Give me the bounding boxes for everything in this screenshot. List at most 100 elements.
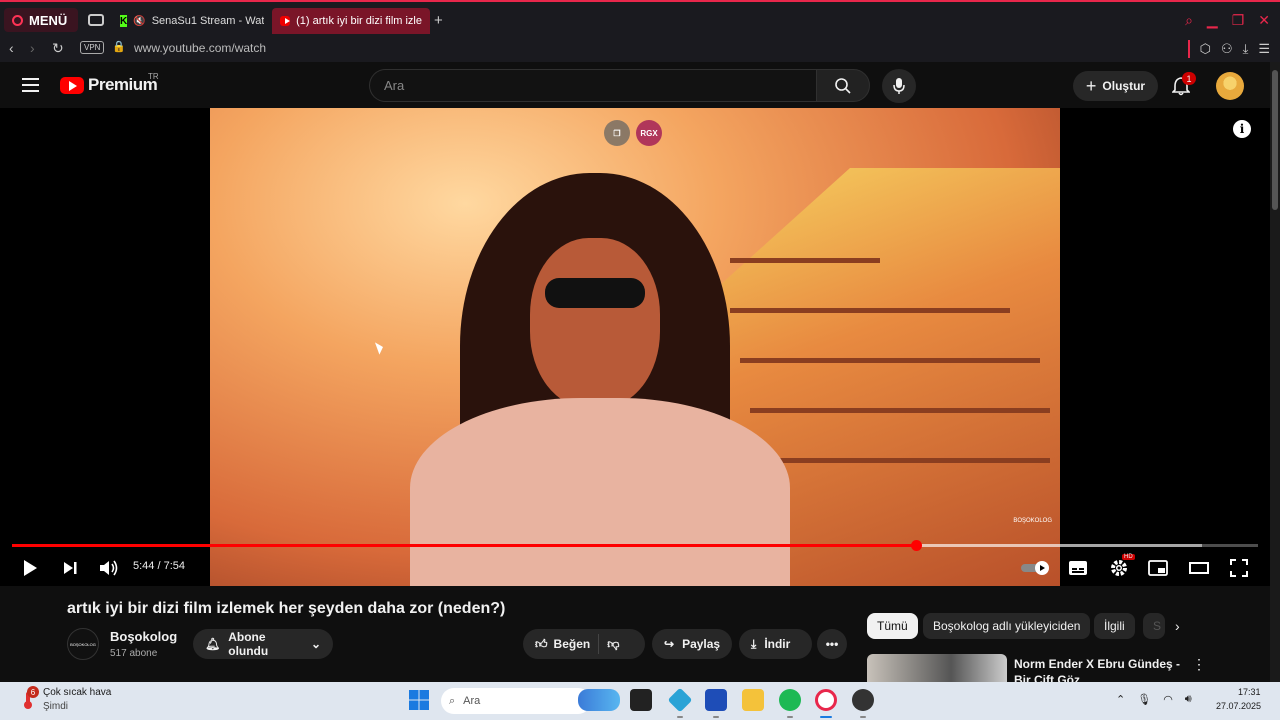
reload-icon[interactable]: ↻ xyxy=(52,40,64,57)
vpn-badge[interactable]: VPN xyxy=(80,41,105,54)
tab-label: SenaSu1 Stream - Wat xyxy=(151,15,264,27)
autoplay-toggle[interactable] xyxy=(1020,556,1052,580)
windows-start-icon[interactable] xyxy=(408,689,430,711)
video-person-face xyxy=(530,238,660,408)
speaker-icon[interactable]: 🔊︎ xyxy=(1185,693,1192,706)
more-actions-button[interactable]: ••• xyxy=(817,629,847,659)
info-icon[interactable]: i xyxy=(1233,120,1251,138)
app-diamond-icon[interactable] xyxy=(667,687,693,713)
muted-speaker-icon[interactable]: 🔇 xyxy=(133,16,145,27)
microphone-icon xyxy=(893,78,905,94)
opera-gx-icon[interactable] xyxy=(815,689,837,711)
chip-partial[interactable]: S xyxy=(1143,613,1165,639)
play-button[interactable] xyxy=(20,556,40,580)
forward-icon[interactable]: › xyxy=(30,40,35,56)
easy-setup-icon[interactable]: ☰ xyxy=(1258,41,1270,57)
download-icon[interactable]: ⤓ xyxy=(1243,41,1249,57)
chevron-right-icon[interactable]: › xyxy=(1175,618,1180,634)
window-controls: ⌕ ▁ ❐ ✕ xyxy=(1185,12,1270,29)
fullscreen-button[interactable] xyxy=(1228,556,1250,580)
active-indicator xyxy=(820,716,832,718)
plus-icon: + xyxy=(1085,75,1097,96)
theater-mode-button[interactable] xyxy=(1188,556,1210,580)
profile-icon[interactable]: ⚇ xyxy=(1221,41,1233,57)
clock-time[interactable]: 17:31 xyxy=(1238,687,1261,697)
download-arrow-icon: ⤓ xyxy=(751,636,757,651)
subscribed-button[interactable]: 🔔︎ Abone olundu ⌄ xyxy=(193,629,333,659)
url-field[interactable]: www.youtube.com/watch xyxy=(134,41,266,55)
hamburger-menu-icon[interactable] xyxy=(22,78,39,92)
recommendation-title[interactable]: Norm Ender X Ebru Gündeş - Bir Çift Göz xyxy=(1014,656,1184,682)
close-icon[interactable]: ✕ xyxy=(1258,12,1270,29)
dislike-button[interactable]: 👎︎ xyxy=(607,637,619,652)
video-frame[interactable]: BOŞOKOLOG xyxy=(210,108,1060,586)
video-watermark: BOŞOKOLOG xyxy=(1013,518,1052,524)
chip-related[interactable]: İlgili xyxy=(1094,613,1135,639)
taskbar-search[interactable]: ⌕ Ara xyxy=(441,688,591,714)
video-player[interactable]: BOŞOKOLOG ❐ RGX i 5:44 / 7:54 HD xyxy=(0,108,1270,586)
like-label: Beğen xyxy=(553,637,591,651)
miniplayer-button[interactable] xyxy=(1147,556,1169,580)
video-shelf xyxy=(750,408,1050,413)
channel-avatar[interactable]: BOŞOKOLOG xyxy=(67,628,99,660)
more-vertical-icon[interactable]: ⋮ xyxy=(1192,656,1206,673)
tab-youtube-active[interactable]: (1) artık iyi bir dizi film izle xyxy=(272,8,430,34)
separator xyxy=(1187,40,1190,58)
share-label: Paylaş xyxy=(682,637,721,651)
microsoft-store-icon[interactable] xyxy=(705,689,727,711)
clock-date[interactable]: 27.07.2025 xyxy=(1216,701,1261,711)
youtube-header: Premium TR Ara + Oluştur 1 xyxy=(0,62,1270,108)
like-button[interactable]: 👍︎ Beğen xyxy=(535,637,590,652)
volume-button[interactable] xyxy=(98,556,120,580)
voice-search-button[interactable] xyxy=(882,69,916,103)
chevron-up-icon[interactable]: ⌃ xyxy=(1116,693,1125,706)
search-button[interactable] xyxy=(816,69,870,102)
account-avatar[interactable] xyxy=(1216,72,1244,100)
next-button[interactable] xyxy=(60,556,80,580)
progress-bar[interactable] xyxy=(12,540,1258,551)
lock-icon[interactable]: 🔒 xyxy=(112,40,126,53)
progress-played xyxy=(12,544,917,547)
page-scrollbar[interactable] xyxy=(1270,62,1280,682)
weather-title[interactable]: Çok sıcak hava xyxy=(43,687,111,698)
download-button[interactable]: ⤓ İndir xyxy=(739,629,812,659)
subtitles-icon xyxy=(1069,561,1087,575)
hd-badge: HD xyxy=(1122,554,1135,560)
rgx-overlay-button[interactable]: RGX xyxy=(636,120,662,146)
gamepad-icon[interactable] xyxy=(88,14,104,26)
back-icon[interactable]: ‹ xyxy=(9,40,14,56)
video-person-shirt xyxy=(410,398,790,586)
separator xyxy=(598,634,600,654)
extensions-icon[interactable]: ⬡ xyxy=(1200,41,1211,57)
share-button[interactable]: ↪ Paylaş xyxy=(652,629,732,659)
wifi-icon[interactable]: ◠ xyxy=(1163,693,1173,706)
subtitles-button[interactable] xyxy=(1067,556,1089,580)
miniplayer-icon xyxy=(1148,560,1168,576)
volume-icon xyxy=(100,560,118,576)
search-icon xyxy=(835,77,851,94)
minimize-icon[interactable]: ▁ xyxy=(1207,12,1218,29)
tab-senasu1-stream[interactable]: K 🔇 SenaSu1 Stream - Wat xyxy=(112,8,264,34)
recommendation-thumbnail[interactable] xyxy=(867,654,1007,682)
restore-icon[interactable]: ❐ xyxy=(1232,12,1245,29)
search-input[interactable]: Ara xyxy=(369,69,817,102)
create-button[interactable]: + Oluştur xyxy=(1073,71,1158,101)
channel-name[interactable]: Boşokolog xyxy=(110,629,177,644)
task-view-icon[interactable] xyxy=(630,689,652,711)
search-tabs-icon[interactable]: ⌕ xyxy=(1185,12,1193,29)
spotify-icon[interactable] xyxy=(779,689,801,711)
file-explorer-icon[interactable] xyxy=(742,689,764,711)
time-display: 5:44 / 7:54 xyxy=(133,560,185,572)
new-tab-icon[interactable]: + xyxy=(434,12,443,29)
microphone-icon[interactable]: 🎙︎ xyxy=(1137,693,1151,706)
chip-uploader[interactable]: Boşokolog adlı yükleyiciden xyxy=(923,613,1091,639)
scrollbar-thumb[interactable] xyxy=(1272,70,1278,210)
opera-menu-button[interactable]: MENÜ xyxy=(4,8,78,32)
video-title: artık iyi bir dizi film izlemek her şeyd… xyxy=(67,600,506,617)
youtube-premium-logo[interactable]: Premium xyxy=(60,75,158,95)
search-highlight-icon[interactable] xyxy=(578,689,620,711)
video-popout-icon[interactable]: ❐ xyxy=(604,120,630,146)
app-dark-icon[interactable] xyxy=(852,689,874,711)
taskbar-search-label: Ara xyxy=(463,695,481,707)
chip-all[interactable]: Tümü xyxy=(867,613,918,639)
